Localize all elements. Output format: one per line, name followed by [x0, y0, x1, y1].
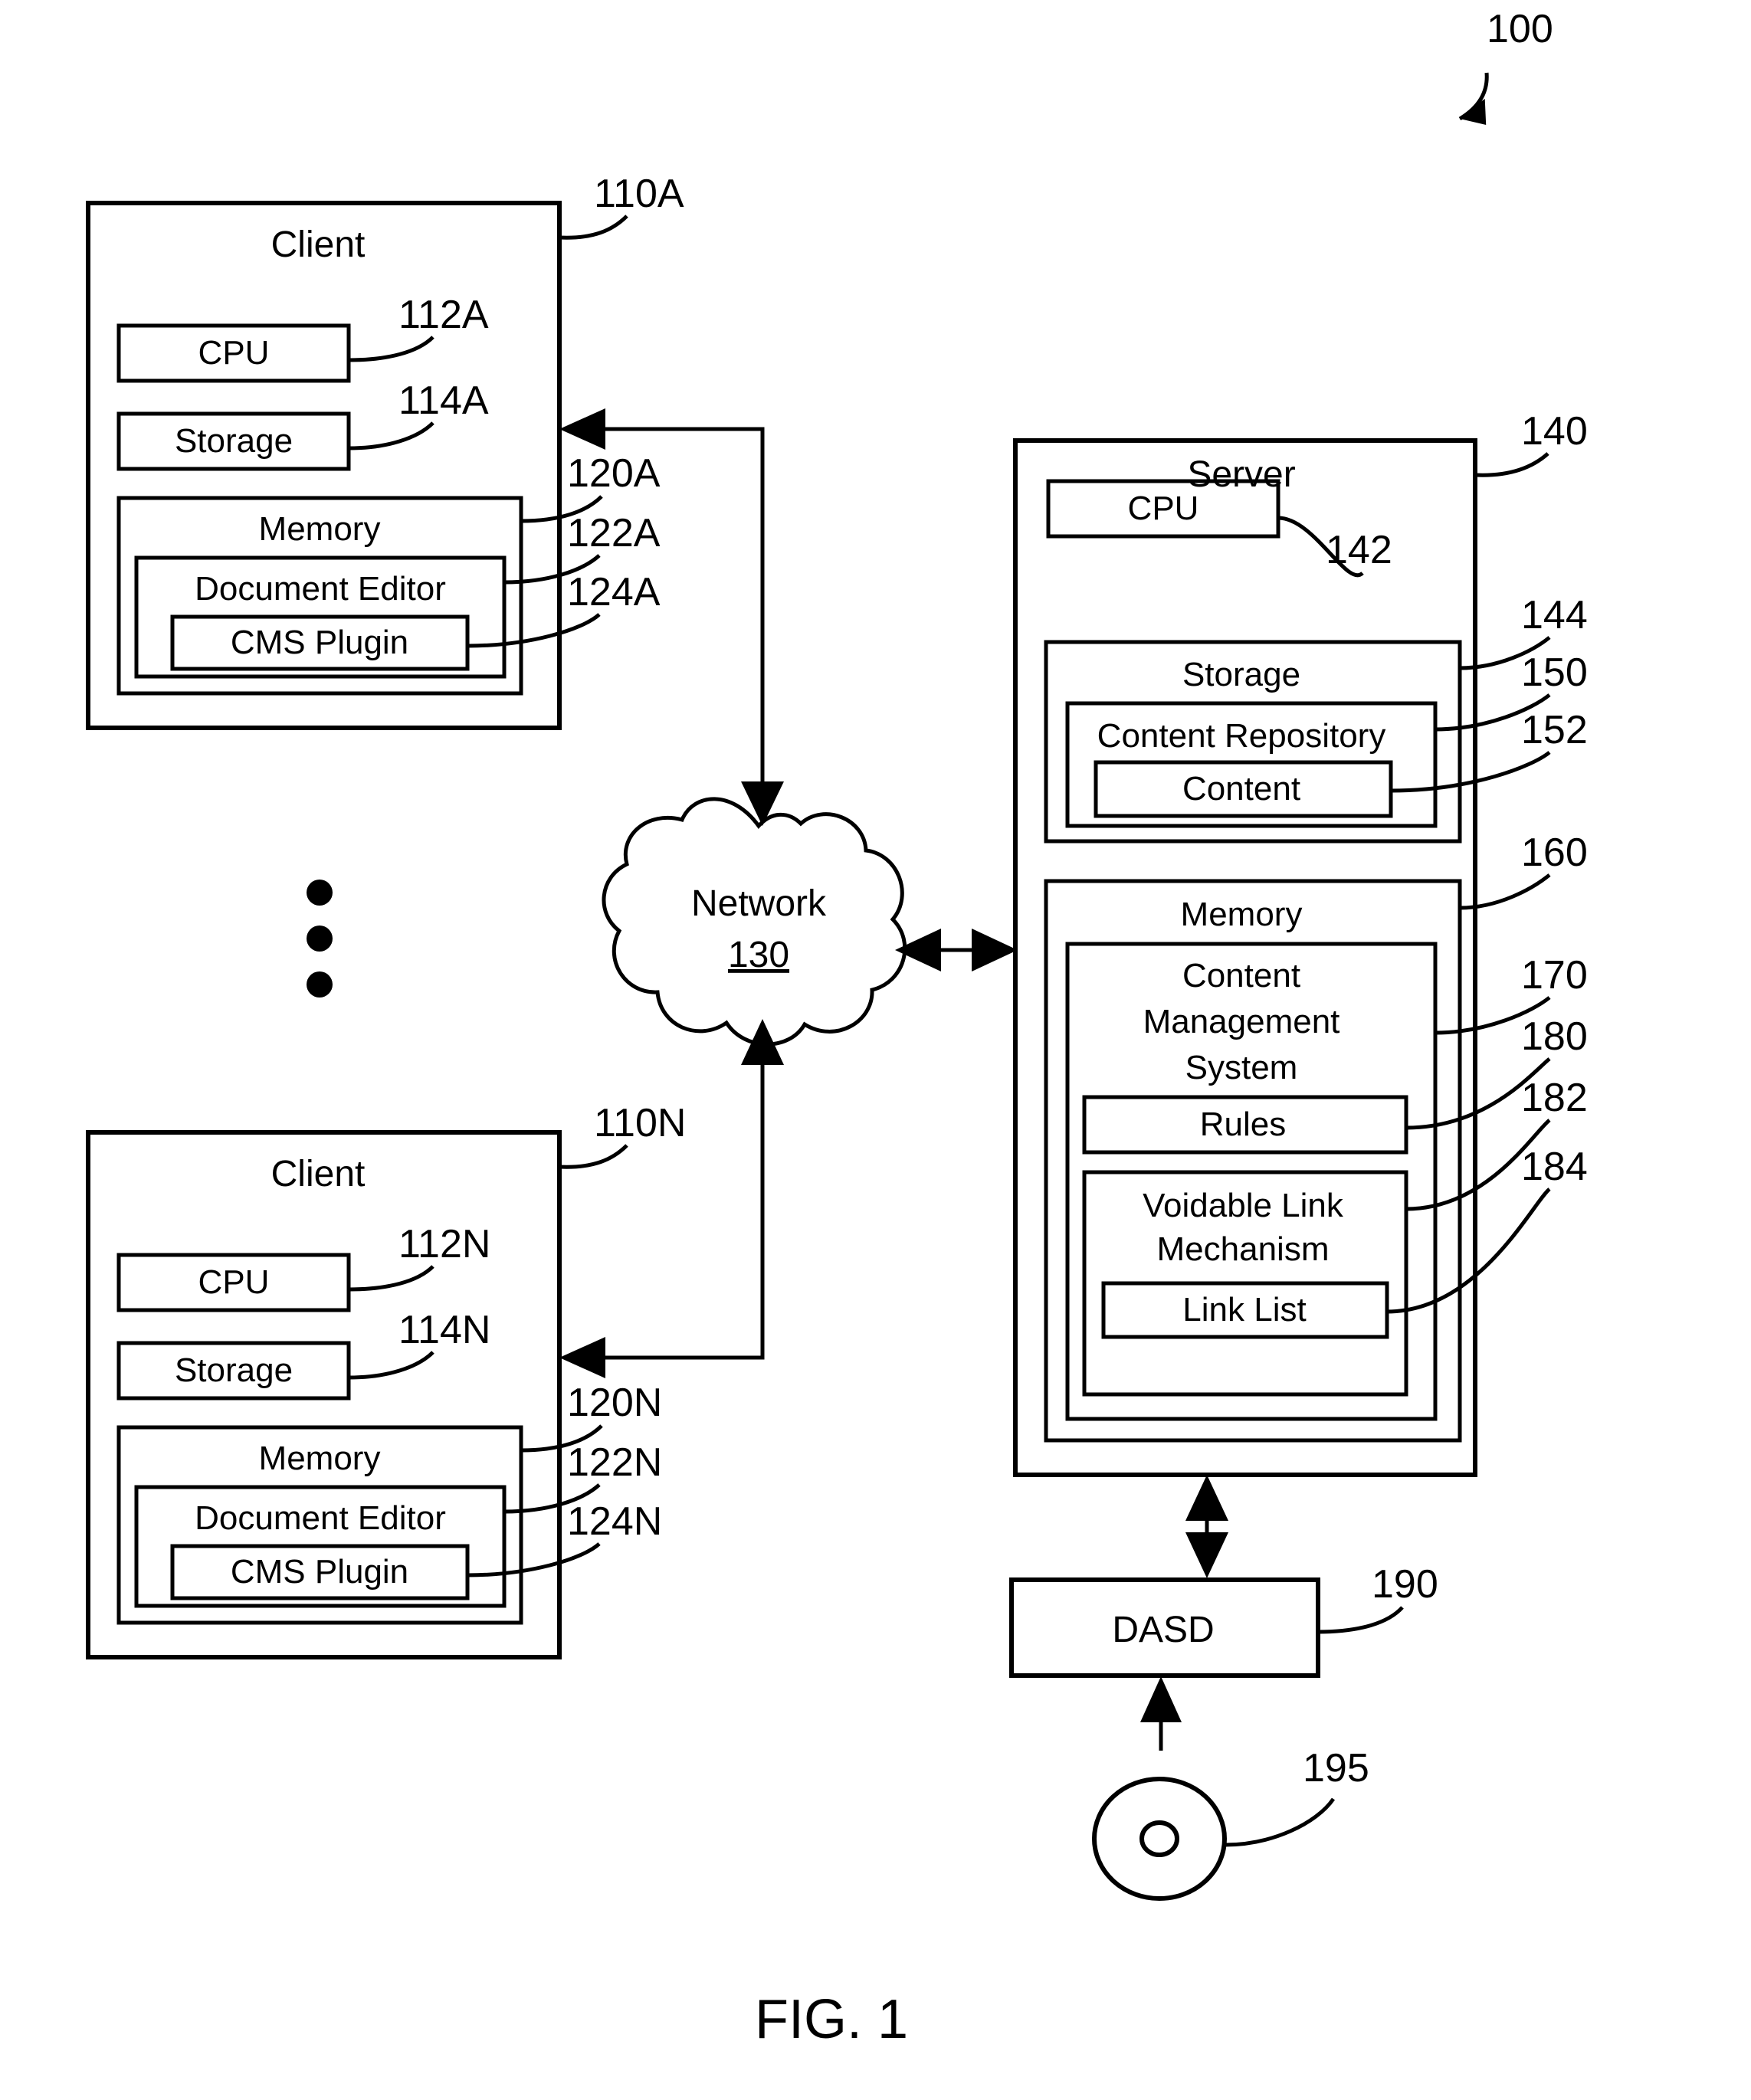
client-a-storage-label: Storage [175, 422, 293, 460]
leader-client-a-cms-plugin [467, 613, 601, 648]
server-cms-line1: Content [1182, 957, 1300, 994]
arrowhead-server-to-dasd [1185, 1532, 1228, 1578]
ref-client-n: 110N [594, 1101, 686, 1145]
ref-server-content: 152 [1521, 708, 1588, 752]
figure-caption: FIG. 1 [755, 1989, 908, 2050]
ref-client-n-document-editor: 122N [567, 1440, 662, 1485]
ref-client-a-memory: 120A [567, 451, 661, 496]
arrowhead-system-100 [1460, 98, 1487, 125]
ref-dasd: 190 [1372, 1562, 1438, 1607]
client-a-title: Client [271, 224, 366, 265]
ref-client-n-memory: 120N [567, 1381, 662, 1425]
server-storage-label: Storage [1182, 656, 1300, 693]
network-ref: 130 [728, 935, 789, 975]
server-content-repository-label: Content Repository [1097, 717, 1386, 755]
server-content-label: Content [1182, 770, 1300, 808]
client-n-title: Client [271, 1154, 366, 1194]
client-a-cpu-label: CPU [198, 334, 270, 372]
ellipsis-dot-1 [307, 880, 333, 906]
leader-client-a [559, 215, 628, 240]
ref-server-link-list: 184 [1521, 1145, 1588, 1189]
ref-client-n-storage: 114N [398, 1308, 490, 1352]
server-memory-label: Memory [1181, 896, 1303, 933]
arrowhead-media-to-dasd [1140, 1676, 1182, 1722]
server-vlm-line1: Voidable Link [1143, 1187, 1344, 1224]
client-n-cpu-label: CPU [198, 1263, 270, 1301]
client-n-memory-label: Memory [259, 1440, 381, 1477]
ref-media: 195 [1303, 1746, 1369, 1790]
network-cloud[interactable]: Network 130 [602, 797, 907, 1047]
arrowhead-to-network-top [741, 781, 784, 826]
arrowhead-dasd-to-server [1185, 1475, 1228, 1521]
ref-server-cpu: 142 [1326, 528, 1392, 572]
ref-server-vlm: 182 [1521, 1076, 1588, 1120]
leader-client-n-cms-plugin [467, 1542, 601, 1577]
leader-media [1224, 1797, 1336, 1847]
server-cms-line2: Management [1143, 1003, 1340, 1040]
network-label: Network [691, 883, 827, 924]
ref-server-cms: 170 [1521, 953, 1588, 998]
client-a-cms-plugin-label: CMS Plugin [231, 624, 408, 661]
ref-system-100: 100 [1487, 7, 1553, 51]
server-link-list-label: Link List [1182, 1291, 1306, 1328]
leader-client-n-storage [348, 1351, 434, 1380]
client-n-document-editor-label: Document Editor [195, 1499, 446, 1537]
ref-client-a-cpu: 112A [398, 293, 489, 337]
arrowhead-server-side [972, 929, 1018, 971]
ref-server-rules: 180 [1521, 1014, 1588, 1059]
arrowhead-to-client-n [559, 1337, 605, 1378]
server-cms-line3: System [1185, 1049, 1298, 1086]
leader-client-a-storage [348, 421, 434, 450]
ref-client-a-document-editor: 122A [567, 511, 661, 555]
arrowhead-to-client-a [559, 408, 605, 450]
ref-server-content-repository: 150 [1521, 650, 1588, 695]
ref-client-a-cms-plugin: 124A [567, 570, 661, 614]
client-n-storage-label: Storage [175, 1351, 293, 1389]
leader-server-content [1390, 751, 1551, 793]
optical-disk-hole-icon [1139, 1820, 1179, 1857]
ref-client-n-cms-plugin: 124N [567, 1499, 662, 1544]
client-a-memory-label: Memory [259, 510, 381, 548]
ellipsis-dot-3 [307, 971, 333, 998]
ref-client-a-storage: 114A [398, 378, 489, 423]
server-rules-label: Rules [1200, 1106, 1287, 1143]
ref-server-storage: 144 [1521, 593, 1588, 637]
client-a-document-editor-label: Document Editor [195, 570, 446, 608]
dasd-label: DASD [1112, 1610, 1214, 1650]
ref-server-memory: 160 [1521, 830, 1588, 875]
leader-client-n [559, 1144, 628, 1169]
ref-client-n-cpu: 112N [398, 1222, 490, 1266]
leader-server [1474, 452, 1549, 477]
ref-client-a: 110A [594, 172, 684, 216]
ellipsis-dot-2 [307, 926, 333, 952]
client-n-cms-plugin-label: CMS Plugin [231, 1553, 408, 1591]
leader-client-a-cpu [348, 336, 434, 362]
server-vlm-line2: Mechanism [1157, 1230, 1330, 1268]
leader-client-n-cpu [348, 1265, 434, 1292]
ref-server: 140 [1521, 409, 1588, 454]
figure-1-diagram: 100 Client CPU Storage Memory Document E… [86, 7, 1588, 2050]
server-cpu-label: CPU [1128, 490, 1199, 527]
leader-dasd [1317, 1606, 1404, 1634]
